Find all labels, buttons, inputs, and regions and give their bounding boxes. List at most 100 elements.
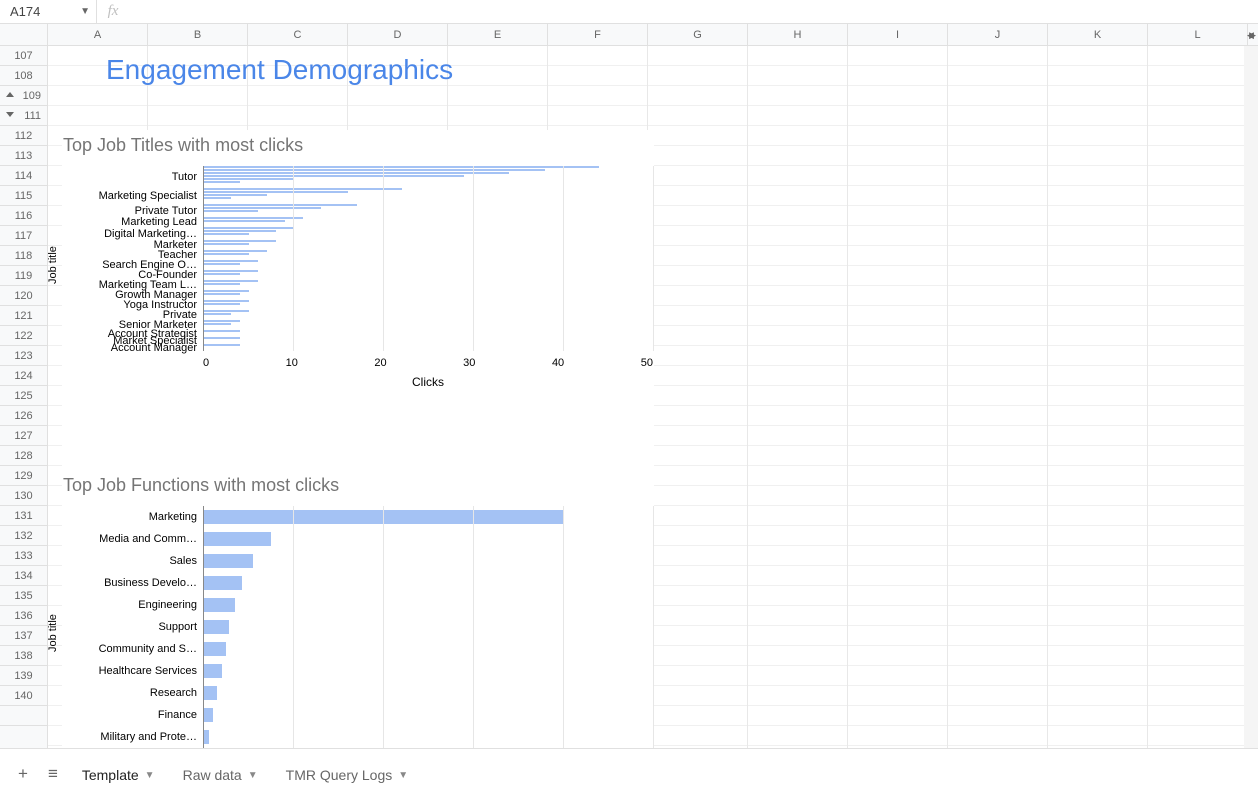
bar-row: Account Manager — [63, 344, 653, 351]
row-header[interactable]: 114 — [0, 166, 47, 186]
chart-top-job-titles[interactable]: Top Job Titles with most clicksJob title… — [62, 130, 654, 470]
bar-row: Marketing Specialist — [63, 188, 653, 204]
add-sheet-button[interactable]: + — [8, 764, 38, 784]
column-header-l[interactable]: L — [1148, 24, 1248, 45]
bar-fill — [204, 197, 231, 199]
row-header[interactable]: 135 — [0, 586, 47, 606]
axis-tick: 50 — [641, 357, 653, 369]
bar-category-label: Business Develo… — [63, 577, 203, 589]
row-header[interactable]: 127 — [0, 426, 47, 446]
chevron-down-icon[interactable]: ▼ — [398, 770, 408, 781]
bar-category-label: Finance — [63, 709, 203, 721]
row-header[interactable]: 108 — [0, 66, 47, 86]
select-all-corner[interactable] — [0, 24, 48, 45]
column-header-d[interactable]: D — [348, 24, 448, 45]
row-header[interactable]: 115 — [0, 186, 47, 206]
bar-category-label: Media and Comm… — [63, 533, 203, 545]
row-header[interactable]: 137 — [0, 626, 47, 646]
row-header[interactable]: 117 — [0, 226, 47, 246]
sheet-area[interactable]: Engagement Demographics Top Job Titles w… — [48, 46, 1258, 748]
chevron-down-icon[interactable]: ▼ — [145, 770, 155, 781]
sheet-tab-label: Template — [82, 767, 139, 783]
row-header[interactable]: 107 — [0, 46, 47, 66]
row-header[interactable]: 126 — [0, 406, 47, 426]
bar-category-label: Healthcare Services — [63, 665, 203, 677]
column-header-k[interactable]: K — [1048, 24, 1148, 45]
row-header[interactable]: 134 — [0, 566, 47, 586]
column-header-j[interactable]: J — [948, 24, 1048, 45]
bar-fill — [204, 220, 285, 222]
row-header[interactable]: 125 — [0, 386, 47, 406]
bar-row: Support — [63, 616, 653, 638]
row-header[interactable]: 120 — [0, 286, 47, 306]
row-header[interactable]: 131 — [0, 506, 47, 526]
column-header-a[interactable]: A — [48, 24, 148, 45]
bar-row: Media and Comm… — [63, 528, 653, 550]
sheet-tab[interactable]: TMR Query Logs ▼ — [272, 756, 423, 791]
tabs-list: Template▼Raw data▼TMR Query Logs▼ — [68, 756, 422, 791]
bar-fill — [204, 283, 240, 285]
chevron-right-icon[interactable]: ▶ — [1249, 30, 1256, 41]
chevron-down-icon[interactable]: ▼ — [248, 770, 258, 781]
row-header[interactable]: 112 — [0, 126, 47, 146]
bar-category-label: Marketing — [63, 511, 203, 523]
name-box-value: A174 — [10, 4, 40, 19]
bar-fill — [204, 250, 267, 252]
bar-category-label: Marketing Lead — [63, 216, 203, 228]
bar-category-label: Research — [63, 687, 203, 699]
row-header[interactable] — [0, 706, 47, 726]
bar-fill — [204, 598, 235, 612]
column-header-i[interactable]: I — [848, 24, 948, 45]
row-header[interactable]: 119 — [0, 266, 47, 286]
row-header[interactable]: 123 — [0, 346, 47, 366]
bar-fill — [204, 337, 240, 339]
row-header[interactable]: 132 — [0, 526, 47, 546]
bar-fill — [204, 243, 249, 245]
bar-fill — [204, 330, 240, 332]
chart-top-job-functions[interactable]: Top Job Functions with most clicksJob ti… — [62, 470, 654, 748]
row-header[interactable]: 129 — [0, 466, 47, 486]
axis-tick: 10 — [286, 357, 298, 369]
column-headers: ABCDEFGHIJKL — [0, 24, 1258, 46]
row-header[interactable]: 133 — [0, 546, 47, 566]
bar-fill — [204, 323, 231, 325]
sheet-tab[interactable]: Template ▼ — [68, 756, 169, 791]
bar-fill — [204, 290, 249, 292]
row-header[interactable]: 111 — [0, 106, 47, 126]
name-box[interactable]: A174 ▼ — [0, 0, 97, 23]
vertical-scrollbar[interactable]: ◀ ▶ — [1244, 46, 1258, 748]
row-header[interactable]: 121 — [0, 306, 47, 326]
row-header[interactable]: 118 — [0, 246, 47, 266]
bar-category-label: Community and S… — [63, 643, 203, 655]
row-header[interactable]: 139 — [0, 666, 47, 686]
bar-fill — [204, 230, 276, 232]
row-header[interactable]: 136 — [0, 606, 47, 626]
row-header[interactable]: 140 — [0, 686, 47, 706]
column-header-g[interactable]: G — [648, 24, 748, 45]
row-header[interactable]: 124 — [0, 366, 47, 386]
row-header[interactable]: 116 — [0, 206, 47, 226]
row-header[interactable]: 113 — [0, 146, 47, 166]
axis-tick: 20 — [374, 357, 386, 369]
expand-down-icon[interactable] — [6, 112, 14, 117]
column-header-h[interactable]: H — [748, 24, 848, 45]
row-header[interactable]: 128 — [0, 446, 47, 466]
bar-fill — [204, 169, 545, 171]
column-header-b[interactable]: B — [148, 24, 248, 45]
sheet-tab-label: TMR Query Logs — [286, 767, 393, 783]
row-header[interactable]: 130 — [0, 486, 47, 506]
row-header[interactable]: 122 — [0, 326, 47, 346]
page-title: Engagement Demographics — [106, 54, 453, 86]
sheet-tab[interactable]: Raw data▼ — [169, 756, 272, 791]
bar-row: Military and Prote… — [63, 726, 653, 748]
chart-title: Top Job Titles with most clicks — [63, 131, 653, 166]
column-header-f[interactable]: F — [548, 24, 648, 45]
bar-fill — [204, 263, 240, 265]
column-header-e[interactable]: E — [448, 24, 548, 45]
row-header[interactable]: 138 — [0, 646, 47, 666]
bar-row: Finance — [63, 704, 653, 726]
all-sheets-button[interactable]: ≡ — [38, 764, 68, 784]
collapse-up-icon[interactable] — [6, 92, 14, 97]
row-header[interactable]: 109 — [0, 86, 47, 106]
column-header-c[interactable]: C — [248, 24, 348, 45]
